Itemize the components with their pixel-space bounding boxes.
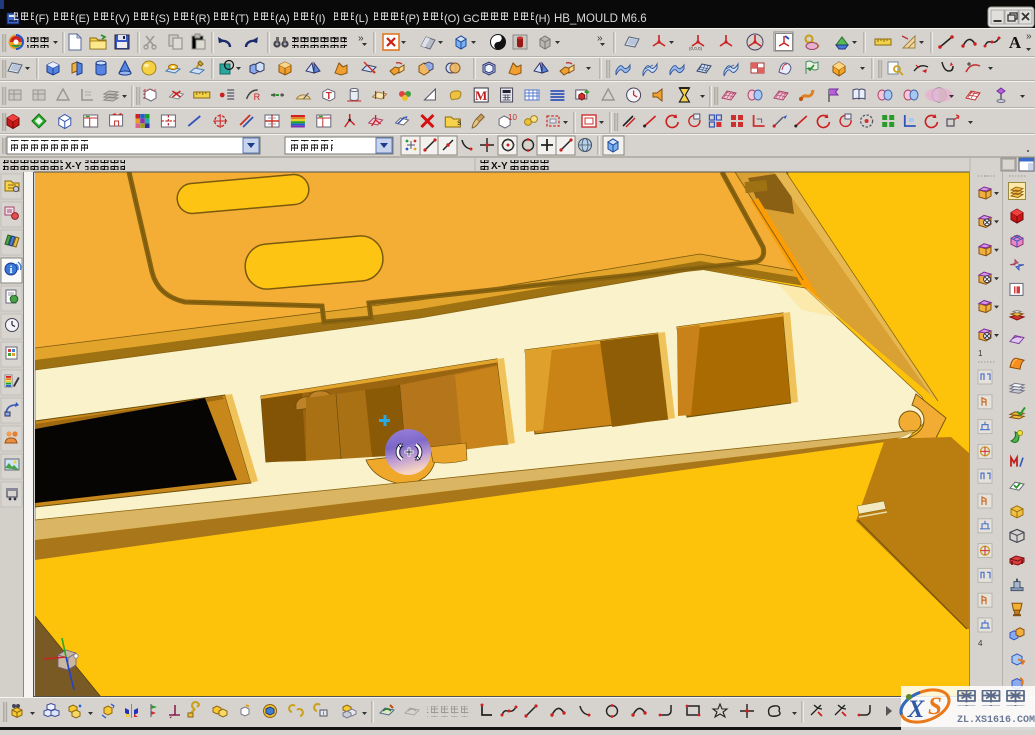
svg-text:(0,0,0): (0,0,0) bbox=[689, 46, 703, 51]
svg-text:s: s bbox=[457, 118, 461, 127]
svg-text:i: i bbox=[10, 265, 13, 276]
svg-text:A: A bbox=[1009, 33, 1022, 52]
svg-text:T: T bbox=[326, 91, 332, 102]
svg-text:(H): (H) bbox=[535, 13, 550, 25]
svg-text:(S): (S) bbox=[155, 13, 170, 25]
svg-text:(E): (E) bbox=[75, 13, 90, 25]
svg-text:(T): (T) bbox=[235, 13, 249, 25]
svg-text:(A): (A) bbox=[275, 13, 290, 25]
svg-text:HB_MOULD M6.6: HB_MOULD M6.6 bbox=[554, 13, 647, 25]
svg-text:4: 4 bbox=[978, 639, 983, 648]
svg-text:X-Y: X-Y bbox=[491, 161, 508, 172]
svg-text:1: 1 bbox=[978, 349, 983, 358]
svg-text:(P): (P) bbox=[405, 13, 420, 25]
svg-text:(I): (I) bbox=[315, 13, 325, 25]
svg-text:»: » bbox=[597, 33, 603, 44]
svg-text:(O): (O) bbox=[444, 13, 460, 25]
svg-text:X: X bbox=[907, 696, 926, 723]
svg-text:(L): (L) bbox=[355, 13, 368, 25]
svg-text:R: R bbox=[254, 92, 261, 102]
svg-text:»: » bbox=[1026, 31, 1032, 42]
svg-text:i: i bbox=[323, 711, 324, 717]
svg-text:(V): (V) bbox=[115, 13, 130, 25]
svg-text:GC: GC bbox=[463, 13, 480, 25]
svg-text:S: S bbox=[928, 693, 942, 720]
svg-text:»: » bbox=[358, 33, 364, 44]
svg-text:ZL.XS1616.COM: ZL.XS1616.COM bbox=[957, 715, 1035, 726]
svg-text:(F): (F) bbox=[35, 13, 49, 25]
svg-text:(R): (R) bbox=[195, 13, 210, 25]
svg-text:10: 10 bbox=[508, 113, 517, 122]
svg-text:M: M bbox=[475, 88, 487, 103]
svg-text:X-Y: X-Y bbox=[65, 161, 82, 172]
